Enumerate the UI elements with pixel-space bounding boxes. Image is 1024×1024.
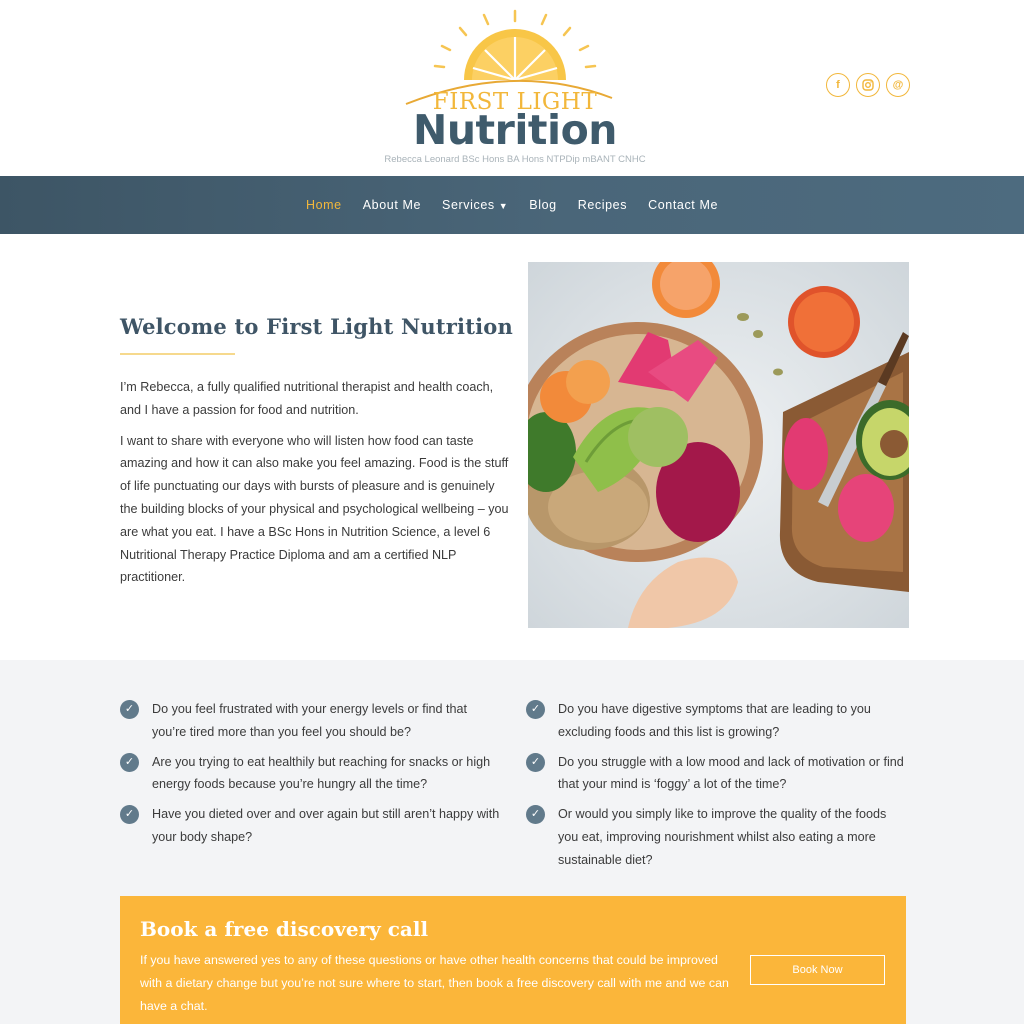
facebook-icon[interactable]: f	[826, 73, 850, 97]
main-nav: Home About Me Services ▼ Blog Recipes Con…	[0, 176, 1024, 234]
chevron-down-icon: ▼	[498, 201, 509, 211]
food-bowl-image	[528, 262, 909, 628]
book-now-button[interactable]: Book Now	[750, 955, 885, 985]
questions-right-column: ✓ Do you have digestive symptoms that ar…	[526, 698, 906, 879]
list-item: ✓ Are you trying to eat healthily but re…	[120, 751, 500, 797]
logo-text-nutrition: Nutrition	[413, 106, 617, 154]
question-text: Do you have digestive symptoms that are …	[558, 702, 871, 739]
welcome-title: Welcome to First Light Nutrition	[120, 314, 513, 339]
check-icon: ✓	[120, 805, 139, 825]
intro-paragraph-2: I want to share with everyone who will l…	[120, 433, 509, 585]
nav-item-services-label: Services	[442, 198, 495, 212]
check-icon: ✓	[526, 805, 545, 825]
nav-item-services[interactable]: Services ▼	[442, 198, 508, 212]
cta-text: If you have answered yes to any of these…	[140, 953, 729, 1013]
question-text: Are you trying to eat healthily but reac…	[152, 754, 491, 792]
question-text: Do you feel frustrated with your energy …	[152, 702, 468, 739]
site-logo[interactable]: FIRST LIGHT Nutrition Rebecca Leonard BS…	[380, 6, 650, 170]
nav-item-contact-me[interactable]: Contact Me	[648, 198, 718, 212]
intro-paragraph-1: I’m Rebecca, a fully qualified nutrition…	[120, 380, 494, 417]
logo-credentials: Rebecca Leonard BSc Hons BA Hons NTPDip …	[384, 154, 646, 165]
check-icon: ✓	[526, 700, 545, 719]
list-item: ✓ Do you struggle with a low mood and la…	[526, 751, 906, 797]
list-item: ✓ Do you feel frustrated with your energ…	[120, 698, 500, 744]
email-icon[interactable]: @	[886, 73, 910, 97]
check-icon: ✓	[120, 752, 139, 772]
nav-item-about-me[interactable]: About Me	[363, 198, 421, 212]
list-item: ✓ Or would you simply like to improve th…	[526, 803, 906, 871]
title-divider	[120, 353, 235, 355]
nav-item-blog[interactable]: Blog	[529, 198, 556, 212]
cta-title: Book a free discovery call	[140, 917, 429, 941]
question-text: Do you struggle with a low mood and lack…	[558, 754, 904, 792]
list-item: ✓ Have you dieted over and over again bu…	[120, 803, 500, 849]
check-icon: ✓	[120, 700, 139, 719]
nav-item-recipes[interactable]: Recipes	[578, 198, 627, 212]
intro-text: I’m Rebecca, a fully qualified nutrition…	[120, 376, 510, 597]
discovery-call-banner: Book a free discovery call If you have a…	[120, 896, 906, 1024]
question-text: Or would you simply like to improve the …	[558, 807, 887, 867]
question-text: Have you dieted over and over again but …	[152, 807, 500, 844]
nav-item-home[interactable]: Home	[306, 198, 342, 212]
check-icon: ✓	[526, 752, 545, 772]
site-header: FIRST LIGHT Nutrition Rebecca Leonard BS…	[0, 0, 1024, 176]
instagram-icon[interactable]	[856, 73, 880, 97]
social-links: f @	[826, 73, 910, 97]
list-item: ✓ Do you have digestive symptoms that ar…	[526, 698, 906, 744]
questions-left-column: ✓ Do you feel frustrated with your energ…	[120, 698, 500, 856]
